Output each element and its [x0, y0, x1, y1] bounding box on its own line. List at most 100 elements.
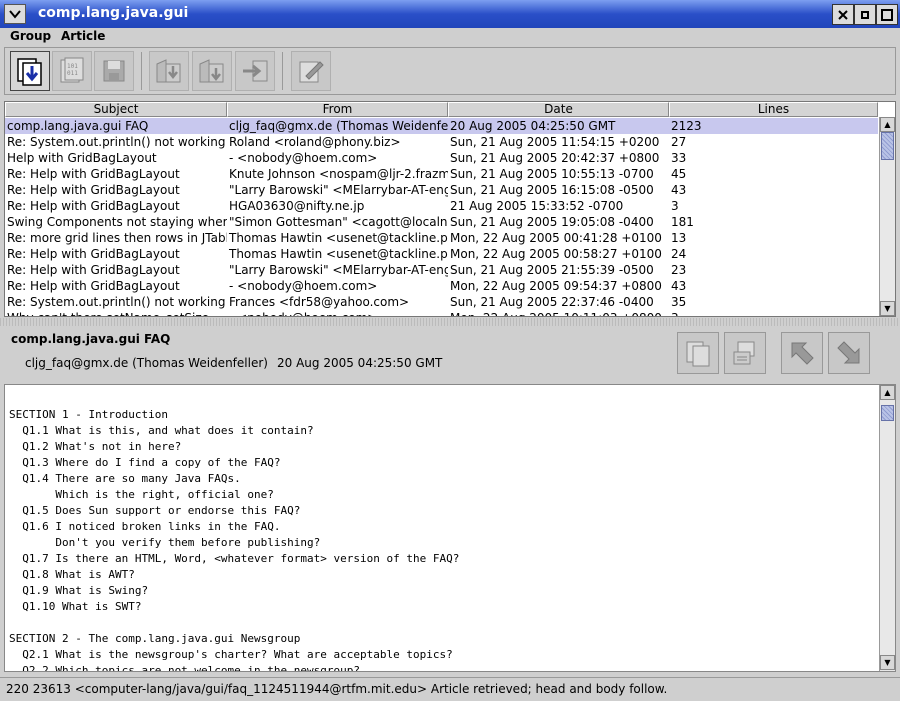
previous-article-button[interactable] [781, 332, 823, 374]
cell-subject: Re: System.out.println() not working in.… [7, 135, 227, 149]
cell-from: Knute Johnson <nospam@ljr-2.frazmtn... [229, 167, 448, 181]
cell-from: Thomas Hawtin <usenet@tackline.plu... [229, 231, 448, 245]
table-row[interactable]: Re: System.out.println() not working in.… [5, 134, 878, 150]
cell-lines: 3 [671, 199, 679, 213]
cell-date: Sun, 21 Aug 2005 21:55:39 -0500 [450, 263, 654, 277]
column-header-date[interactable]: Date [448, 102, 669, 117]
table-row[interactable]: Re: Help with GridBagLayout Knute Johnson… [5, 166, 878, 182]
download-button[interactable] [10, 51, 50, 91]
close-icon [838, 9, 848, 20]
cell-from: Roland <roland@phony.biz> [229, 135, 401, 149]
split-pane-divider[interactable] [0, 318, 900, 326]
svg-text:101: 101 [67, 63, 78, 70]
column-header-lines[interactable]: Lines [669, 102, 878, 117]
cell-lines: 43 [671, 279, 687, 293]
cell-lines: 24 [671, 247, 687, 261]
table-row[interactable]: Re: Help with GridBagLayout HGA03630@nift… [5, 198, 878, 214]
table-row[interactable]: Re: Help with GridBagLayout "Larry Barows… [5, 262, 878, 278]
print-article-button[interactable] [724, 332, 766, 374]
cell-lines: 3 [669, 310, 878, 316]
article-table: Subject From Date Lines comp.lang.java.g… [4, 101, 896, 317]
cell-from: "Simon Gottesman" <cagott@localnet... [229, 215, 448, 229]
cell-from: Frances <fdr58@yahoo.com> [229, 295, 410, 309]
cell-date: Mon, 22 Aug 2005 00:58:27 +0100 [450, 247, 662, 261]
move-down-button[interactable] [192, 51, 232, 91]
download-icon [17, 58, 42, 86]
export-icon [243, 60, 268, 82]
cell-subject: Re: System.out.println() not working in.… [7, 295, 227, 309]
scroll-thumb[interactable] [881, 132, 894, 160]
scroll-down-button[interactable]: ▼ [880, 655, 895, 670]
cell-subject: Re: Help with GridBagLayout [7, 263, 180, 277]
cell-from: - <nobody@hoem.com> [229, 279, 378, 293]
arrow-up-left-icon [791, 342, 814, 365]
cell-lines: 45 [671, 167, 687, 181]
menu-bar: Group Article [0, 28, 900, 46]
maximize-button[interactable] [876, 4, 898, 25]
menu-group[interactable]: Group [10, 29, 51, 43]
cell-lines: 35 [671, 295, 687, 309]
cell-date: Sun, 21 Aug 2005 10:55:13 -0700 [450, 167, 654, 181]
table-row[interactable]: Re: Help with GridBagLayout - <nobody@hoe… [5, 278, 878, 294]
binary-button[interactable]: 101 011 [52, 51, 92, 91]
move-in-icon [156, 59, 181, 83]
cell-from: - <nobody@hoem.com> [227, 310, 448, 316]
binary-icon: 101 011 [60, 57, 84, 83]
scroll-thumb[interactable] [881, 405, 894, 421]
move-down-icon [199, 59, 224, 83]
cell-lines: 2123 [671, 119, 702, 133]
cell-subject: Re: Help with GridBagLayout [7, 199, 180, 213]
cell-subject: Help with GridBagLayout [7, 151, 157, 165]
menu-article[interactable]: Article [61, 29, 105, 43]
cell-date: Sun, 21 Aug 2005 16:15:08 -0500 [450, 183, 654, 197]
article-body-pane[interactable]: SECTION 1 - Introduction Q1.1 What is th… [4, 384, 896, 672]
cell-from: - <nobody@hoem.com> [229, 151, 378, 165]
next-article-button[interactable] [828, 332, 870, 374]
table-row[interactable]: Why can't there setName_setSize...- <nob… [5, 310, 878, 316]
cell-from: Thomas Hawtin <usenet@tackline.plu... [229, 247, 448, 261]
column-header-subject[interactable]: Subject [5, 102, 227, 117]
scroll-up-button[interactable]: ▲ [880, 385, 895, 400]
copy-article-button[interactable] [677, 332, 719, 374]
copy-icon [686, 341, 710, 367]
chevron-down-icon [9, 10, 21, 19]
table-row[interactable]: comp.lang.java.gui FAQ cljg_faq@gmx.de (T… [5, 118, 878, 134]
body-scrollbar[interactable]: ▲ ▼ [879, 385, 895, 671]
status-bar: 220 23613 <computer-lang/java/gui/faq_11… [0, 677, 900, 701]
cell-date: Sun, 21 Aug 2005 11:54:15 +0200 [450, 135, 660, 149]
table-row[interactable]: Re: System.out.println() not working in.… [5, 294, 878, 310]
article-body: SECTION 1 - Introduction Q1.1 What is th… [9, 408, 460, 672]
article-date: 20 Aug 2005 04:25:50 GMT [277, 356, 443, 370]
table-row[interactable]: Re: Help with GridBagLayout "Larry Barows… [5, 182, 878, 198]
cell-date: Sun, 21 Aug 2005 19:05:08 -0400 [450, 215, 654, 229]
minimize-icon [861, 10, 869, 19]
table-row[interactable]: Re: Help with GridBagLayout Thomas Hawtin… [5, 246, 878, 262]
cell-date: Mon, 22 Aug 2005 00:41:28 +0100 [450, 231, 662, 245]
scroll-down-button[interactable]: ▼ [880, 301, 895, 316]
cell-date: Mon, 22 Aug 2005 10:11:03 +0800 [448, 310, 669, 316]
svg-text:011: 011 [67, 70, 78, 77]
column-header-from[interactable]: From [227, 102, 448, 117]
cell-subject: Re: Help with GridBagLayout [7, 167, 180, 181]
toolbar-separator [282, 52, 283, 90]
table-row[interactable]: Re: more grid lines then rows in JTable T… [5, 230, 878, 246]
window-menu-button[interactable] [4, 4, 26, 24]
article-subject: comp.lang.java.gui FAQ [11, 332, 171, 346]
close-button[interactable] [832, 4, 854, 25]
minimize-button[interactable] [854, 4, 876, 25]
cell-date: Sun, 21 Aug 2005 20:42:37 +0800 [450, 151, 660, 165]
cell-date: Mon, 22 Aug 2005 09:54:37 +0800 [450, 279, 662, 293]
table-scrollbar[interactable]: ▲ ▼ [879, 117, 895, 316]
cell-subject: Swing Components not staying where... [7, 215, 227, 229]
cell-from: HGA03630@nifty.ne.jp [229, 199, 365, 213]
table-row[interactable]: Swing Components not staying where... "Si… [5, 214, 878, 230]
scroll-up-button[interactable]: ▲ [880, 117, 895, 132]
save-button[interactable] [94, 51, 134, 91]
move-in-button[interactable] [149, 51, 189, 91]
export-button[interactable] [235, 51, 275, 91]
window-title: comp.lang.java.gui [38, 5, 189, 21]
table-row[interactable]: Help with GridBagLayout - <nobody@hoem.co… [5, 150, 878, 166]
save-icon [103, 60, 125, 82]
edit-button[interactable] [291, 51, 331, 91]
cell-subject: Re: Help with GridBagLayout [7, 279, 180, 293]
